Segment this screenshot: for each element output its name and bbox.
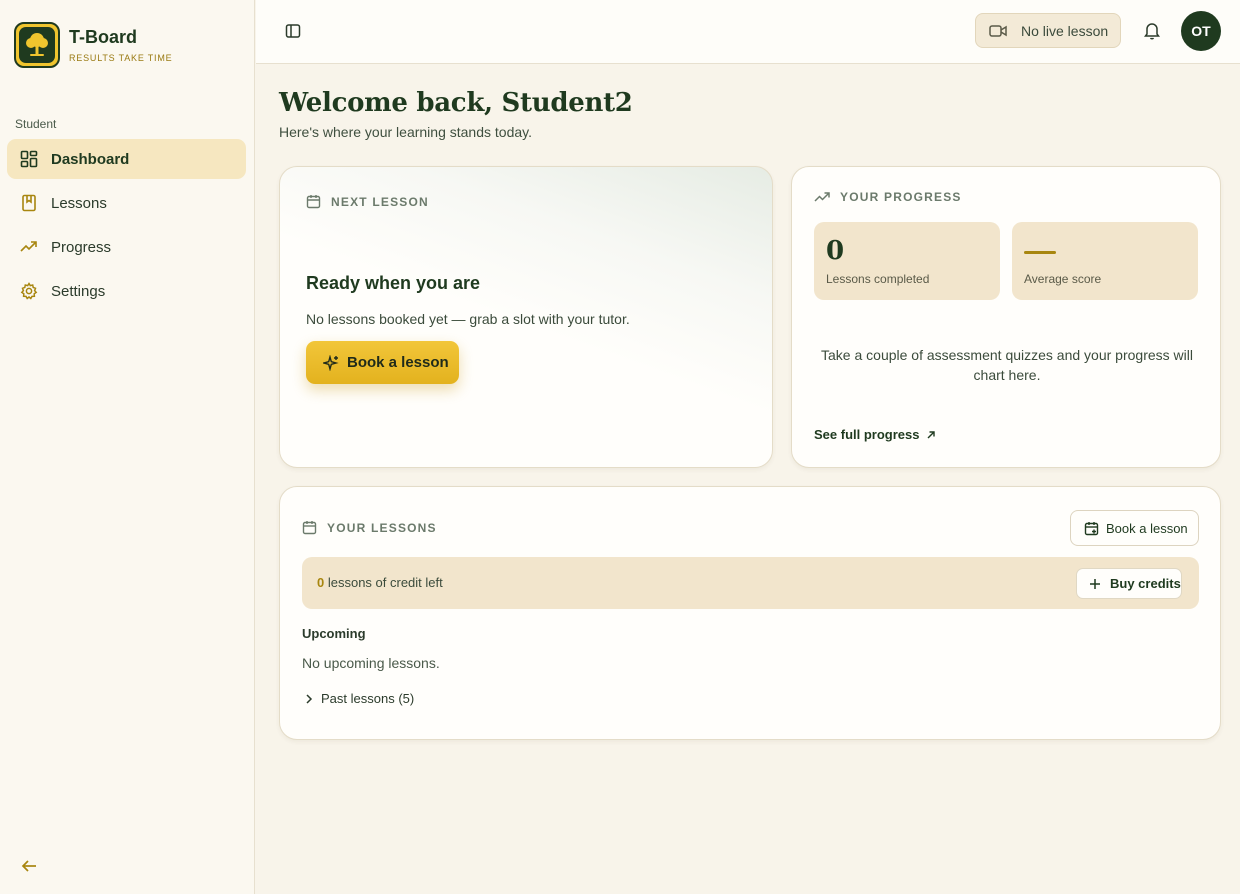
sidebar-nav: Dashboard Lessons Progress Settings — [7, 139, 246, 315]
lessons-completed-label: Lessons completed — [826, 272, 930, 286]
calendar-icon — [306, 194, 321, 209]
chevron-right-icon — [305, 693, 313, 704]
average-score-label: Average score — [1024, 272, 1102, 286]
past-lessons-toggle[interactable]: Past lessons (5) — [305, 691, 414, 706]
buy-credits-button[interactable]: Buy credits — [1076, 568, 1182, 599]
lessons-completed-value: 0 — [826, 236, 845, 266]
trending-up-icon — [814, 190, 830, 204]
sidebar-item-label: Progress — [51, 238, 112, 256]
sidebar-section-label: Student — [15, 117, 57, 131]
brand-name: T-Board — [69, 26, 138, 47]
credits-bar: 0 lessons of credit left Buy credits — [302, 557, 1199, 609]
progress-card: YOUR PROGRESS 0 Lessons completed Averag… — [791, 166, 1221, 468]
next-lesson-card: NEXT LESSON Ready when you are No lesson… — [279, 166, 773, 468]
next-lesson-title: Ready when you are — [306, 273, 481, 293]
book-lesson-button[interactable]: Book a lesson — [306, 341, 459, 384]
live-lesson-label: No live lesson — [1021, 22, 1109, 39]
arrow-up-right-icon — [926, 430, 936, 440]
card-heading: NEXT LESSON — [306, 194, 429, 209]
progress-message: Take a couple of assessment quizzes and … — [821, 347, 1193, 383]
book-lesson-secondary-button[interactable]: Book a lesson — [1070, 510, 1199, 546]
calendar-plus-icon — [1084, 521, 1099, 536]
book-icon — [20, 194, 38, 212]
trending-up-icon — [20, 238, 38, 256]
notification-bell-icon[interactable] — [1141, 20, 1163, 42]
sidebar: T-Board RESULTS TAKE TIME Student Dashbo… — [0, 0, 255, 894]
brand[interactable]: T-Board RESULTS TAKE TIME — [14, 22, 172, 68]
tree-logo-icon — [14, 22, 60, 68]
collapse-sidebar-arrow-left-icon[interactable] — [19, 856, 39, 876]
topbar: No live lesson OT — [256, 0, 1240, 64]
page-title: Welcome back, Student2 — [279, 88, 633, 118]
see-full-progress-link[interactable]: See full progress — [814, 427, 936, 442]
sidebar-item-label: Settings — [51, 282, 106, 300]
sidebar-item-label: Dashboard — [51, 150, 130, 168]
card-heading: YOUR PROGRESS — [814, 190, 962, 204]
plus-icon — [1089, 578, 1101, 590]
next-lesson-text: No lessons booked yet — grab a slot with… — [306, 311, 630, 327]
sidebar-item-dashboard[interactable]: Dashboard — [7, 139, 246, 179]
video-camera-icon — [989, 24, 1007, 38]
sidebar-item-lessons[interactable]: Lessons — [7, 183, 246, 223]
live-lesson-button[interactable]: No live lesson — [975, 13, 1121, 48]
average-score-stat: Average score — [1012, 222, 1198, 300]
sidebar-toggle-icon[interactable] — [282, 20, 304, 42]
user-avatar[interactable]: OT — [1181, 11, 1221, 51]
page-subtitle: Here's where your learning stands today. — [279, 124, 532, 140]
dashboard-icon — [20, 150, 38, 168]
card-heading: YOUR LESSONS — [302, 520, 437, 535]
upcoming-label: Upcoming — [302, 626, 366, 641]
sidebar-item-settings[interactable]: Settings — [7, 271, 246, 311]
lessons-completed-stat: 0 Lessons completed — [814, 222, 1000, 300]
brand-tagline: RESULTS TAKE TIME — [69, 52, 173, 63]
credits-text: 0 lessons of credit left — [317, 575, 443, 590]
gear-icon — [20, 282, 38, 300]
your-lessons-card: YOUR LESSONS Book a lesson 0 lessons of … — [279, 486, 1221, 740]
average-score-empty-dash — [1024, 251, 1056, 254]
sidebar-item-label: Lessons — [51, 194, 107, 212]
calendar-icon — [302, 520, 317, 535]
sparkles-icon — [323, 354, 339, 371]
upcoming-empty-text: No upcoming lessons. — [302, 655, 440, 671]
sidebar-item-progress[interactable]: Progress — [7, 227, 246, 267]
